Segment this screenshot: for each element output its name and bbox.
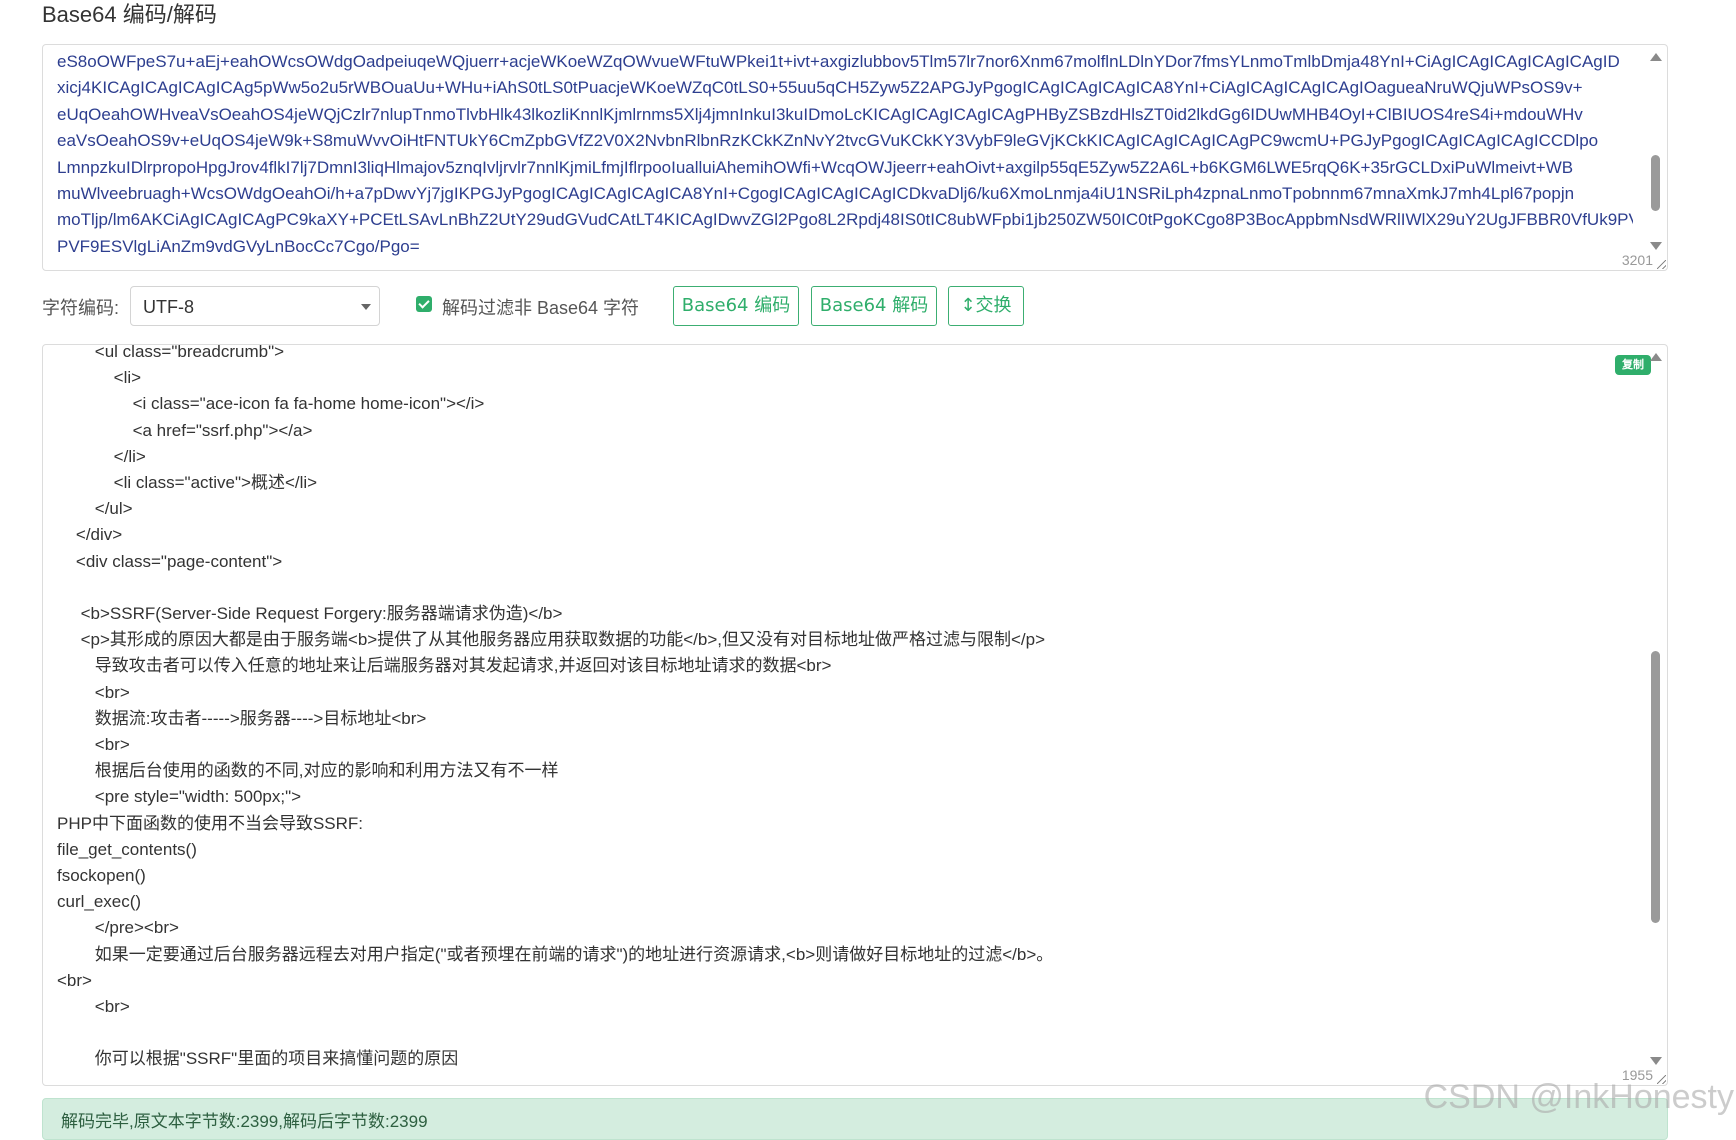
output-text-line: <i class="ace-icon fa fa-home home-icon"…: [57, 394, 485, 414]
copy-button[interactable]: 复制: [1615, 355, 1651, 375]
output-text-line: <a href="ssrf.php"></a>: [57, 420, 313, 440]
charset-label: 字符编码:: [42, 298, 120, 318]
resize-grip-icon[interactable]: [1657, 260, 1666, 269]
output-scroll-thumb[interactable]: [1651, 651, 1660, 923]
input-text-line: muWlveebruagh+WcsOWdgOeahOi/h+a7pDwvYj7j…: [57, 184, 1575, 204]
filter-non-base64-checkbox[interactable]: [416, 296, 432, 312]
output-text-line: </div>: [57, 525, 123, 545]
output-text-line: </ul>: [57, 499, 133, 519]
chevron-down-icon: [361, 304, 371, 310]
output-text-line: <br>: [57, 997, 130, 1017]
input-scrollbar[interactable]: [1647, 51, 1663, 264]
scroll-up-arrow-icon[interactable]: [1650, 353, 1662, 361]
input-text-line: eaVsOeahOS9v+eUqOS4jeW9k+S8muWvvOiHtFNTU…: [57, 131, 1599, 151]
output-scrollbar[interactable]: [1647, 351, 1663, 1079]
output-text-line: fsockopen(): [57, 866, 146, 886]
output-text-line: <li>: [57, 368, 142, 388]
scroll-up-arrow-icon[interactable]: [1650, 53, 1662, 61]
swap-button[interactable]: ↕交换: [948, 286, 1024, 326]
decoded-output-text[interactable]: <ul class="breadcrumb"> <li> <i class="a…: [57, 344, 1633, 1081]
status-text: 解码完毕,原文本字节数:2399,解码后字节数:2399: [61, 1112, 428, 1131]
output-text-line: <br>: [57, 682, 130, 702]
output-text-line: PHP中下面函数的使用不当会导致SSRF:: [57, 813, 364, 833]
base64-input-text[interactable]: eS8oOWFpeS7u+aEj+eahOWcsOWdgOadpeiuqeWQj…: [57, 49, 1633, 266]
output-text-line: 你可以根据"SSRF"里面的项目来搞懂问题的原因: [57, 1049, 459, 1069]
output-text-line: file_get_contents(): [57, 839, 197, 859]
output-text-line: <ul class="breadcrumb">: [57, 344, 285, 361]
input-char-count: 3201: [1621, 252, 1653, 268]
input-text-line: eS8oOWFpeS7u+aEj+eahOWcsOWdgOadpeiuqeWQj…: [57, 52, 1620, 71]
filter-non-base64-label[interactable]: 解码过滤非 Base64 字符: [442, 294, 639, 320]
page-title: Base64 编码/解码: [42, 2, 217, 27]
output-text-line: <li class="active">概述</li>: [57, 473, 318, 493]
base64-decode-button[interactable]: Base64 解码: [811, 286, 937, 326]
charset-select[interactable]: UTF-8: [130, 286, 380, 326]
input-text-line: PVF9ESVlgLiAnZm9vdGVyLnBocCc7Cgo/Pgo=: [57, 236, 420, 256]
input-text-line: LmnpzkuIDlrpropoHpgJrov4flkI7lj7DmnI3liq…: [57, 157, 1574, 177]
output-text-line: 数据流:攻击者----->服务器---->目标地址<br>: [57, 708, 427, 728]
input-scroll-thumb[interactable]: [1651, 155, 1660, 211]
scroll-down-arrow-icon[interactable]: [1650, 242, 1662, 250]
output-text-line: [57, 575, 1633, 601]
controls-bar: 字符编码: UTF-8 解码过滤非 Base64 字符 Base64 编码 Ba…: [42, 286, 1666, 328]
charset-selected-value: UTF-8: [143, 297, 194, 317]
output-text-line: <br>: [57, 735, 130, 755]
input-text-line: moTljp/lm6AKCiAgICAgICAgPC9kaXY+PCEtLSAv…: [57, 210, 1633, 230]
output-text-line: <br>: [57, 970, 92, 990]
output-text-line: 导致攻击者可以传入任意的地址来让后端服务器对其发起请求,并返回对该目标地址请求的…: [57, 656, 832, 676]
input-text-line: eUqOeahOWHveaVsOeahOS4jeWQjCzlr7nlupTnmo…: [57, 104, 1583, 124]
decoded-output-textarea[interactable]: <ul class="breadcrumb"> <li> <i class="a…: [42, 344, 1668, 1086]
watermark: CSDN @InkHonesty: [1423, 1078, 1734, 1116]
input-text-line: xicj4KICAgICAgICAgICAg5pWw5o2u5rWBOuaUu+…: [57, 78, 1583, 98]
output-text-line: <b>SSRF(Server-Side Request Forgery:服务器端…: [57, 604, 563, 624]
output-text-line: <pre style="width: 500px;">: [57, 787, 302, 807]
output-text-line: <p>其形成的原因大都是由于服务端<b>提供了从其他服务器应用获取数据的功能</…: [57, 630, 1046, 650]
base64-input-textarea[interactable]: eS8oOWFpeS7u+aEj+eahOWcsOWdgOadpeiuqeWQj…: [42, 44, 1668, 271]
scroll-down-arrow-icon[interactable]: [1650, 1057, 1662, 1065]
output-text-line: [57, 1020, 1633, 1046]
output-text-line: 如果一定要通过后台服务器远程去对用户指定("或者预埋在前端的请求")的地址进行资…: [57, 944, 1054, 964]
output-text-line: </li>: [57, 446, 146, 466]
output-text-line: <div class="page-content">: [57, 551, 283, 571]
output-text-line: curl_exec(): [57, 892, 142, 912]
output-text-line: 根据后台使用的函数的不同,对应的影响和利用方法又有不一样: [57, 761, 559, 781]
base64-encode-button[interactable]: Base64 编码: [673, 286, 799, 326]
output-text-line: </pre><br>: [57, 918, 179, 938]
